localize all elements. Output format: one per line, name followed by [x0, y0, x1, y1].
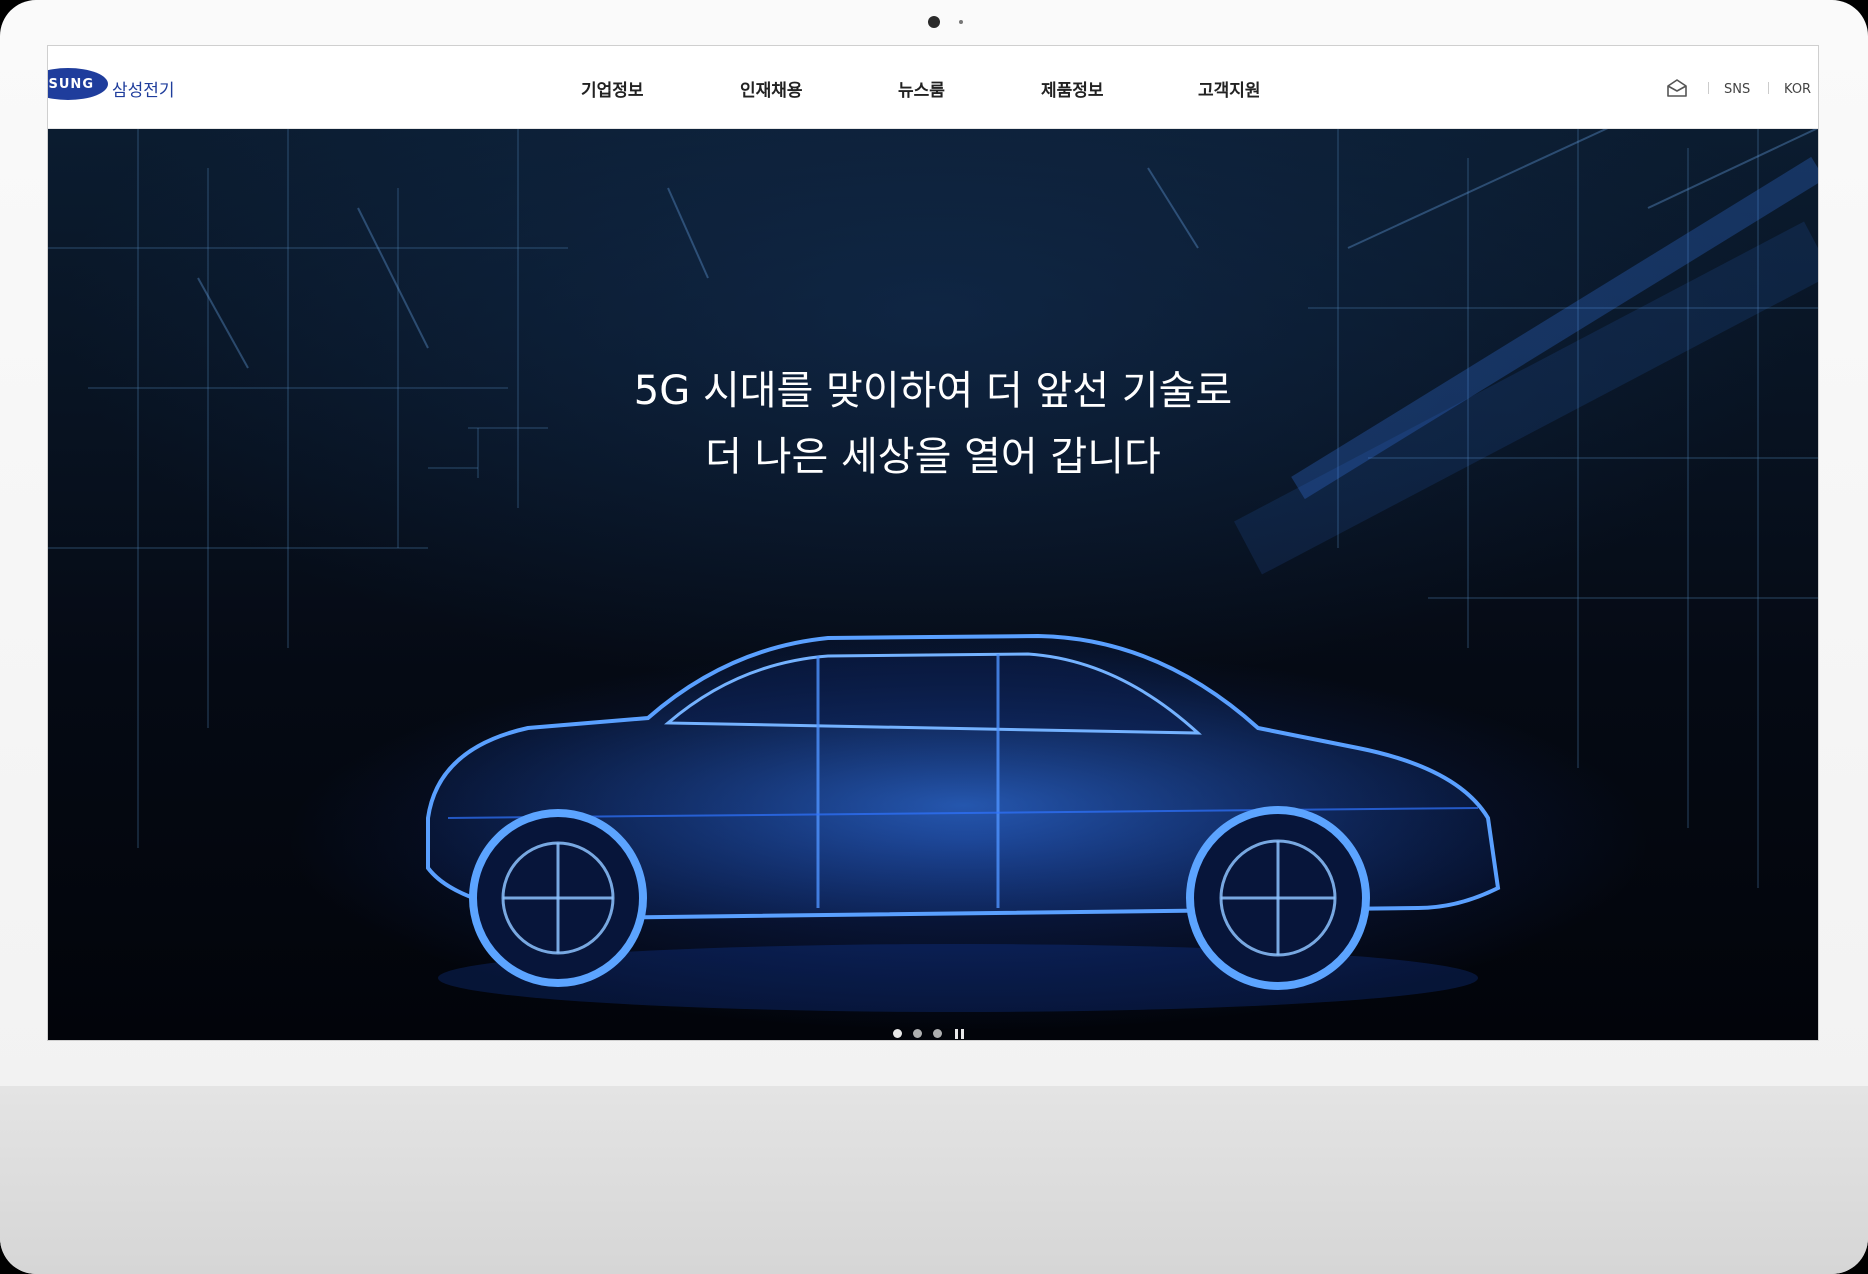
nav-item-company[interactable]: 기업정보 [581, 76, 644, 101]
slide-dot-3[interactable] [933, 1029, 942, 1038]
site-header: SUNG 삼성전기 기업정보 인재채용 뉴스룸 제품정보 고객지원 SNS KO… [48, 46, 1818, 129]
logo-mark-text: SUNG [48, 76, 94, 92]
headline-line-2: 더 나은 세상을 열어 갑니다 [705, 434, 1161, 480]
hero-headline: 5G 시대를 맞이하여 더 앞선 기술로 더 나은 세상을 열어 갑니다 [48, 358, 1818, 490]
mail-icon[interactable] [1665, 76, 1689, 100]
slide-dot-2[interactable] [913, 1029, 922, 1038]
brand-name[interactable]: 삼성전기 [112, 76, 175, 101]
sns-link[interactable]: SNS [1724, 82, 1750, 97]
nav-item-newsroom[interactable]: 뉴스룸 [898, 76, 945, 101]
pause-icon[interactable] [955, 1029, 965, 1039]
divider [1768, 82, 1769, 94]
divider [1708, 82, 1709, 94]
camera-icon [928, 16, 940, 28]
nav-item-support[interactable]: 고객지원 [1198, 76, 1261, 101]
xray-car-illustration [426, 633, 1501, 1012]
hero-banner: 5G 시대를 맞이하여 더 앞선 기술로 더 나은 세상을 열어 갑니다 [48, 128, 1818, 1040]
monitor-frame: SUNG 삼성전기 기업정보 인재채용 뉴스룸 제품정보 고객지원 SNS KO… [0, 0, 1868, 1274]
headline-line-1: 5G 시대를 맞이하여 더 앞선 기술로 [633, 368, 1233, 414]
nav-item-careers[interactable]: 인재채용 [740, 76, 803, 101]
browser-screen: SUNG 삼성전기 기업정보 인재채용 뉴스룸 제품정보 고객지원 SNS KO… [48, 46, 1818, 1040]
samsung-logo[interactable]: SUNG [48, 68, 108, 100]
monitor-chin [0, 1086, 1868, 1274]
sensor-dot [959, 20, 963, 24]
nav-item-products[interactable]: 제품정보 [1041, 76, 1104, 101]
language-selector[interactable]: KOR [1784, 82, 1811, 97]
slide-dot-1[interactable] [893, 1029, 902, 1038]
